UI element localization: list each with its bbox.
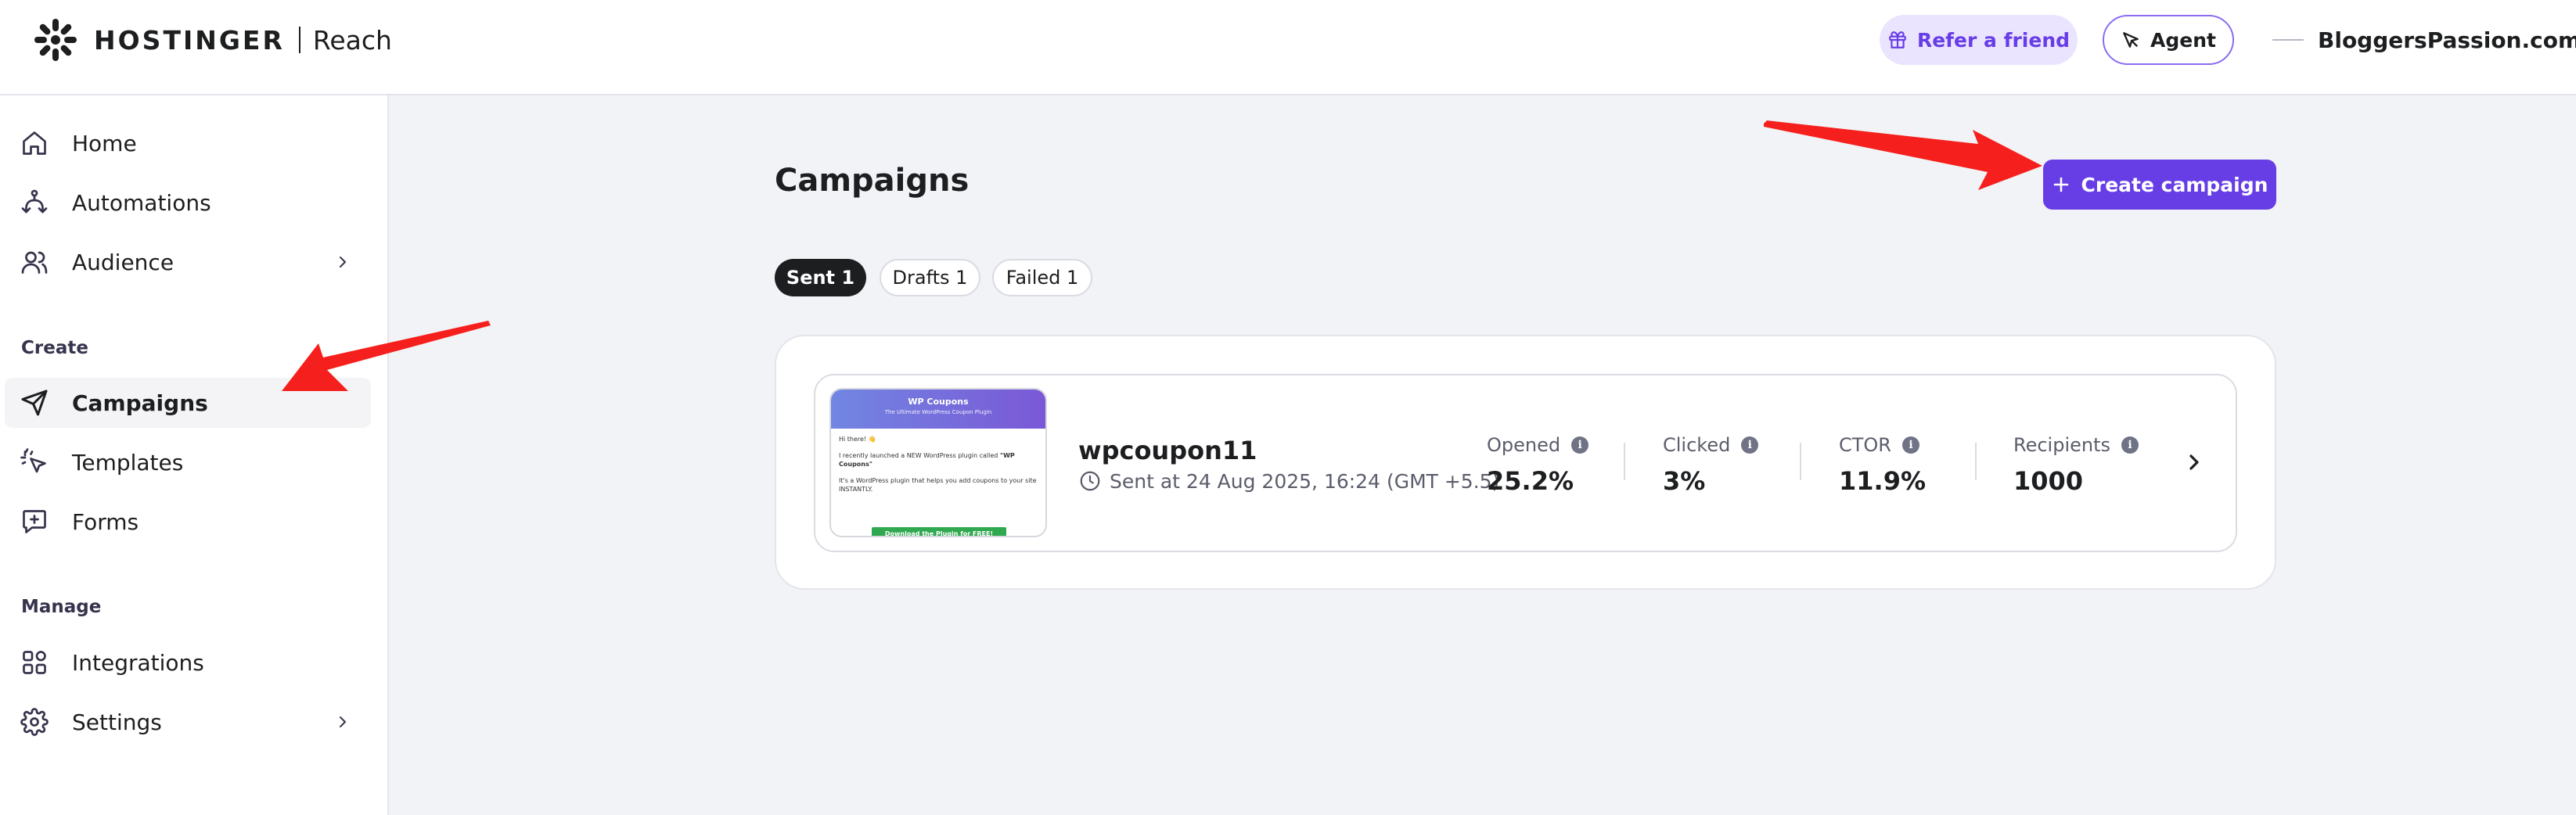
sidebar-item-forms[interactable]: Forms — [5, 497, 371, 547]
sidebar-item-label: Integrations — [72, 649, 204, 676]
stat-value: 11.9% — [1839, 466, 1927, 496]
automations-icon — [21, 189, 48, 214]
info-icon[interactable]: i — [1741, 436, 1759, 454]
sidebar-item-label: Templates — [72, 449, 184, 476]
campaign-name[interactable]: wpcoupon11 — [1078, 436, 1257, 465]
preview-title: WP Coupons — [908, 397, 969, 407]
clock-icon — [1080, 471, 1100, 491]
sidebar-item-label: Automations — [72, 189, 211, 216]
stat-ctor: CTOR i 11.9% — [1839, 432, 1926, 496]
stat-label: Opened — [1487, 434, 1561, 456]
chevron-right-icon[interactable] — [2182, 450, 2207, 475]
sidebar-item-label: Audience — [72, 249, 174, 275]
integrations-icon — [23, 651, 46, 674]
create-campaign-label: Create campaign — [2081, 173, 2268, 196]
stat-label: Clicked — [1663, 434, 1731, 456]
refer-a-friend-button[interactable]: Refer a friend — [1880, 15, 2078, 65]
plus-icon — [2053, 177, 2068, 192]
sidebar-item-audience[interactable]: Audience — [5, 237, 371, 287]
stat-divider — [1624, 443, 1625, 480]
sidebar-item-label: Home — [72, 130, 137, 156]
sidebar-item-label: Settings — [72, 709, 162, 735]
gear-icon — [20, 708, 49, 736]
hostinger-logo-icon — [34, 19, 77, 61]
sidebar-item-templates[interactable]: Templates — [5, 437, 371, 487]
stat-recipients: Recipients i 1000 — [2013, 432, 2139, 496]
refer-a-friend-label: Refer a friend — [1916, 28, 2071, 52]
audience-icon — [21, 251, 48, 274]
stat-clicked: Clicked i 3% — [1663, 432, 1759, 496]
stat-label: Recipients — [2013, 434, 2111, 456]
site-favicon — [2272, 39, 2304, 41]
stat-value: 1000 — [2013, 466, 2084, 496]
site-selector[interactable]: BloggersPassion.com — [2272, 15, 2576, 65]
sidebar-item-automations[interactable]: Automations — [5, 178, 371, 228]
campaign-preview-thumbnail[interactable]: WP Coupons The Ultimate WordPress Coupon… — [829, 388, 1047, 537]
site-name: BloggersPassion.com — [2318, 27, 2576, 53]
campaign-sent-label: Sent at 24 Aug 2025, 16:24 (GMT +5.5) — [1110, 469, 1500, 493]
preview-header: WP Coupons The Ultimate WordPress Coupon… — [831, 390, 1045, 429]
agent-icon — [2123, 32, 2139, 48]
preview-greeting: Hi there! 👋 — [839, 436, 876, 443]
section-label-create: Create — [21, 338, 88, 358]
gift-icon — [1889, 31, 1906, 48]
info-icon[interactable]: i — [1901, 436, 1919, 454]
sidebar-item-integrations[interactable]: Integrations — [5, 637, 371, 688]
chevron-right-icon — [340, 716, 346, 727]
tab-sent[interactable]: Sent 1 — [775, 259, 866, 296]
agent-button[interactable]: Agent — [2103, 15, 2234, 65]
sidebar-item-label: Campaigns — [72, 390, 208, 416]
home-icon — [23, 131, 46, 155]
paper-plane-icon — [21, 390, 48, 416]
stat-divider — [1800, 443, 1801, 480]
sidebar-item-home[interactable]: Home — [5, 118, 371, 168]
logo-separator — [298, 27, 300, 53]
tab-failed[interactable]: Failed 1 — [992, 259, 1092, 296]
chevron-right-icon — [340, 257, 346, 267]
top-header: HOSTINGER Reach Refer a friend Agent Blo… — [0, 0, 2576, 95]
create-campaign-button[interactable]: Create campaign — [2043, 160, 2276, 210]
campaign-sent-time: Sent at 24 Aug 2025, 16:24 (GMT +5.5) — [1078, 468, 1499, 494]
stat-value: 25.2% — [1487, 466, 1574, 496]
sidebar-item-campaigns[interactable]: Campaigns — [5, 378, 371, 428]
page-title: Campaigns — [775, 163, 970, 199]
preview-body: Hi there! 👋 I recently launched a NEW Wo… — [831, 429, 1045, 508]
templates-icon — [20, 448, 46, 473]
sidebar-item-settings[interactable]: Settings — [5, 697, 371, 747]
preview-subtitle: The Ultimate WordPress Coupon Plugin — [884, 409, 992, 415]
preview-cta: Download the Plugin for FREE! — [872, 527, 1006, 536]
preview-line-2: It's a WordPress plugin that helps you a… — [839, 477, 1037, 493]
hostinger-logo[interactable]: HOSTINGER Reach — [33, 17, 392, 63]
section-label-manage: Manage — [21, 597, 102, 617]
brand-name: HOSTINGER — [94, 24, 285, 56]
tab-drafts[interactable]: Drafts 1 — [880, 259, 980, 296]
arrow-to-create-campaign — [1764, 120, 2042, 190]
stat-opened: Opened i 25.2% — [1487, 432, 1589, 496]
preview-line-1-text: I recently launched a NEW WordPress plug… — [839, 452, 1000, 459]
sidebar-item-label: Forms — [72, 508, 139, 535]
preview-line-1: I recently launched a NEW WordPress plug… — [839, 451, 1038, 469]
sidebar: Home Automations Audience Create Campaig… — [0, 95, 389, 815]
product-name: Reach — [312, 24, 392, 56]
agent-label: Agent — [2150, 28, 2216, 52]
stat-divider — [1975, 443, 1977, 480]
stat-label: CTOR — [1839, 434, 1891, 456]
stat-value: 3% — [1663, 466, 1706, 496]
info-icon[interactable]: i — [2121, 436, 2139, 454]
info-icon[interactable]: i — [1571, 436, 1589, 454]
forms-icon — [23, 510, 46, 533]
